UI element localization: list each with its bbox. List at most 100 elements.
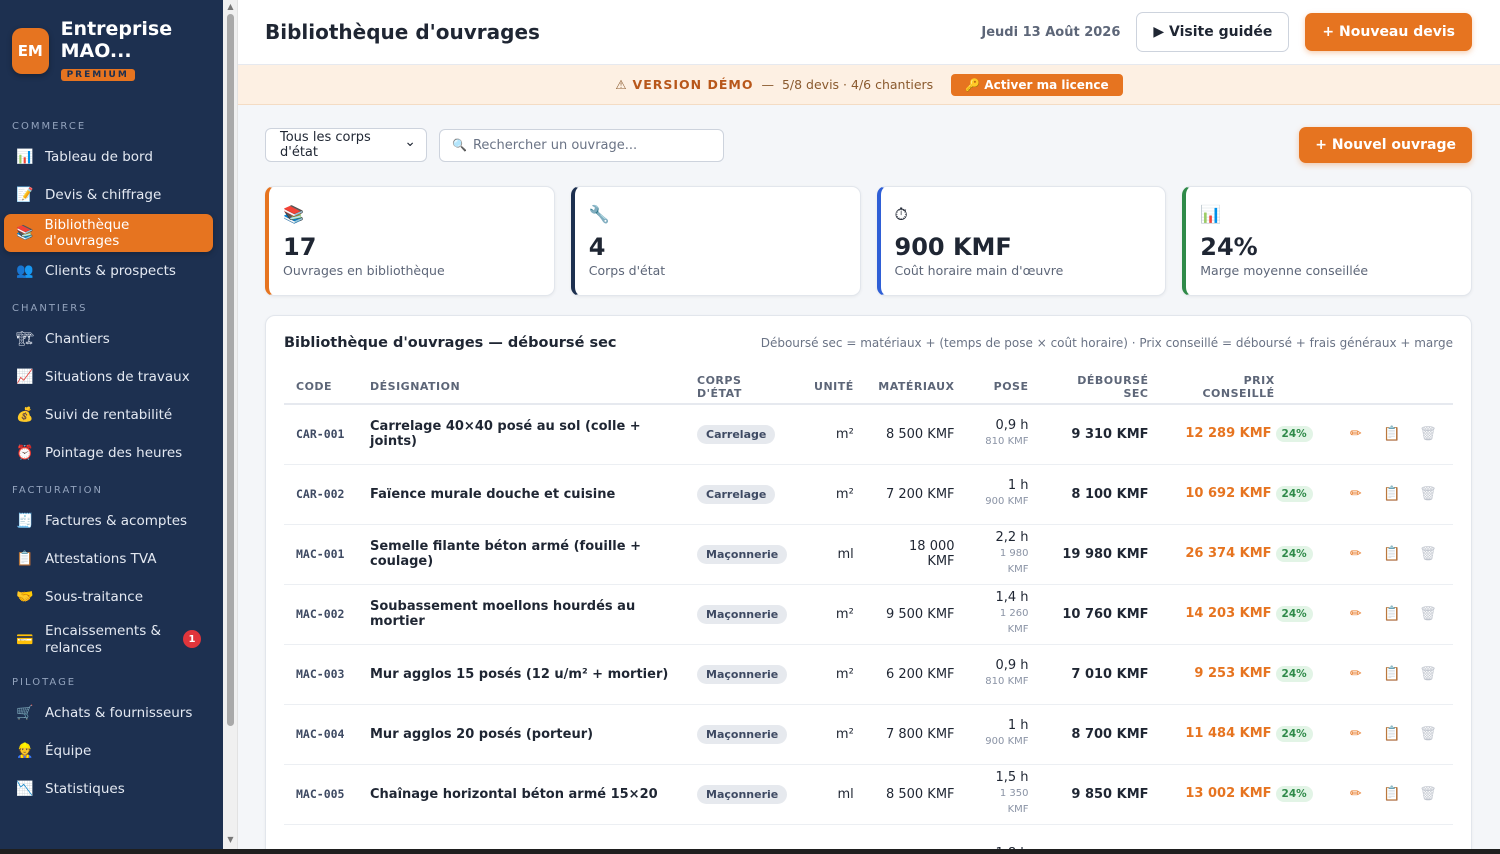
advised-price: 13 002 KMF	[1185, 786, 1272, 801]
guided-tour-button[interactable]: ▶ Visite guidée	[1136, 12, 1290, 52]
sidebar-item[interactable]: 📊 Tableau de bord	[4, 138, 213, 176]
row-trade-cell: Maçonnerie	[685, 704, 803, 765]
delete-trash-icon[interactable]: 🗑	[1415, 726, 1441, 742]
table-row[interactable]: MAC-001 Semelle filante béton armé (foui…	[284, 524, 1453, 585]
sidebar-item[interactable]: 👷 Équipe	[4, 732, 213, 770]
sidebar-item[interactable]: 📝 Devis & chiffrage	[4, 176, 213, 214]
delete-trash-icon[interactable]: 🗑	[1415, 606, 1441, 622]
sidebar-item[interactable]: 💳 Encaissements & relances 1	[4, 616, 213, 664]
delete-trash-icon[interactable]: 🗑	[1415, 546, 1441, 562]
edit-pencil-icon[interactable]: ✏	[1343, 786, 1369, 802]
sidebar-item[interactable]: 💰 Suivi de rentabilité	[4, 396, 213, 434]
scroll-down-arrow-icon[interactable]: ▼	[226, 835, 235, 844]
current-date: Jeudi 13 Août 2026	[981, 24, 1121, 40]
sidebar-item[interactable]: 📈 Situations de travaux	[4, 358, 213, 396]
duplicate-clipboard-icon[interactable]: 📋	[1379, 786, 1405, 802]
sidebar-item[interactable]: 🤝 Sous-traitance	[4, 578, 213, 616]
row-code: CAR-001	[284, 404, 358, 465]
edit-pencil-icon[interactable]: ✏	[1343, 666, 1369, 682]
duplicate-clipboard-icon[interactable]: 📋	[1379, 426, 1405, 442]
sidebar-item[interactable]: 🏗 Chantiers	[4, 320, 213, 358]
sidebar-item[interactable]: ⏰ Pointage des heures	[4, 434, 213, 472]
search-box[interactable]: 🔍	[439, 128, 724, 162]
row-code: MAC-002	[284, 584, 358, 645]
duplicate-clipboard-icon[interactable]: 📋	[1379, 606, 1405, 622]
nav-item-label: Sous-traitance	[45, 589, 144, 605]
scroll-up-arrow-icon[interactable]: ▲	[226, 2, 235, 11]
stat-card: 📚 17 Ouvrages en bibliothèque	[265, 186, 555, 296]
sidebar-item[interactable]: 📋 Attestations TVA	[4, 540, 213, 578]
duplicate-clipboard-icon[interactable]: 📋	[1379, 726, 1405, 742]
table-row[interactable]: CAR-002 Faïence murale douche et cuisine…	[284, 464, 1453, 525]
row-labor: 0,9 h 810 KMF	[966, 644, 1041, 705]
delete-trash-icon[interactable]: 🗑	[1415, 486, 1441, 502]
delete-trash-icon[interactable]: 🗑	[1415, 426, 1441, 442]
activate-license-button[interactable]: 🔑 Activer ma licence	[951, 73, 1123, 96]
nav-item-icon: 👷	[16, 743, 34, 759]
row-designation: Carrelage 40×40 posé au sol (colle + joi…	[358, 404, 685, 465]
table-row[interactable]: CAR-001 Carrelage 40×40 posé au sol (col…	[284, 404, 1453, 465]
row-materials: 18 000 KMF	[865, 524, 967, 585]
row-designation: Mur agglos 20 posés (porteur)	[358, 704, 685, 765]
table-row[interactable]: MAC-003 Mur agglos 15 posés (12 u/m² + m…	[284, 644, 1453, 705]
edit-pencil-icon[interactable]: ✏	[1343, 726, 1369, 742]
sidebar-nav: COMMERCE 📊 Tableau de bord 📝 Devis & chiffra…	[0, 116, 223, 808]
stat-card: 📊 24% Marge moyenne conseillée	[1182, 186, 1472, 296]
table-row[interactable]: MAC-002 Soubassement moellons hourdés au…	[284, 584, 1453, 645]
row-designation: Semelle filante béton armé (fouille + co…	[358, 524, 685, 585]
delete-trash-icon[interactable]: 🗑	[1415, 666, 1441, 682]
row-advised-price: 26 374 KMF 24%	[1160, 524, 1325, 585]
trade-tag: Maçonnerie	[697, 784, 788, 804]
trade-filter-value: Tous les corps d'état	[280, 130, 371, 160]
new-work-item-button[interactable]: + Nouvel ouvrage	[1299, 127, 1472, 163]
edit-pencil-icon[interactable]: ✏	[1343, 426, 1369, 442]
table-row[interactable]: MAC-004 Mur agglos 20 posés (porteur) Ma…	[284, 704, 1453, 765]
scroll-thumb[interactable]	[227, 14, 234, 726]
nav-item-icon: 🤝	[16, 589, 34, 605]
nav-item-icon: 💳	[16, 631, 34, 648]
row-unit: ml	[802, 764, 866, 825]
col-unit: UNITÉ	[802, 370, 866, 405]
demo-separator: —	[761, 77, 774, 92]
duplicate-clipboard-icon[interactable]: 📋	[1379, 546, 1405, 562]
search-input[interactable]	[472, 137, 703, 153]
col-actions	[1324, 370, 1453, 405]
sidebar-item[interactable]: 🛒 Achats & fournisseurs	[4, 694, 213, 732]
sidebar-item[interactable]: 👥 Clients & prospects	[4, 252, 213, 290]
trade-tag: Maçonnerie	[697, 724, 788, 744]
row-materials: 8 500 KMF	[865, 404, 967, 465]
delete-trash-icon[interactable]: 🗑	[1415, 786, 1441, 802]
table-row[interactable]: MAC-005 Chaînage horizontal béton armé 1…	[284, 764, 1453, 825]
sidebar-item[interactable]: 📉 Statistiques	[4, 770, 213, 808]
row-advised-price: 11 484 KMF 24%	[1160, 704, 1325, 765]
sidebar-scrollbar[interactable]: ▲ ▼	[223, 0, 238, 854]
stat-label: Corps d'état	[588, 263, 666, 278]
sidebar-item[interactable]: 🧾 Factures & acomptes	[4, 502, 213, 540]
row-materials: 7 200 KMF	[865, 464, 967, 525]
edit-pencil-icon[interactable]: ✏	[1343, 606, 1369, 622]
chevron-down-icon: ⌄	[404, 134, 416, 150]
trade-filter-select[interactable]: Tous les corps d'état ⌄	[265, 128, 427, 162]
edit-pencil-icon[interactable]: ✏	[1343, 486, 1369, 502]
trade-tag: Maçonnerie	[697, 604, 788, 624]
row-code: MAC-001	[284, 524, 358, 585]
edit-pencil-icon[interactable]: ✏	[1343, 546, 1369, 562]
nav-item-icon: 🧾	[16, 513, 34, 529]
labor-cost: 810 KMF	[985, 676, 1029, 687]
stat-label: Coût horaire main d'œuvre	[894, 263, 1064, 278]
duplicate-clipboard-icon[interactable]: 📋	[1379, 486, 1405, 502]
nav-item-icon: 📚	[16, 225, 34, 241]
row-labor: 0,9 h 810 KMF	[966, 404, 1041, 465]
nav-item-icon: 📈	[16, 369, 34, 385]
sidebar-item[interactable]: 📚 Bibliothèque d'ouvrages	[4, 214, 213, 252]
row-labor: 1,5 h 1 350 KMF	[966, 764, 1041, 825]
advised-price: 12 289 KMF	[1185, 426, 1272, 442]
margin-badge: 24%	[1275, 786, 1313, 802]
duplicate-clipboard-icon[interactable]: 📋	[1379, 666, 1405, 682]
nav-item-label: Équipe	[45, 743, 92, 759]
labor-cost: 1 350 KMF	[999, 788, 1029, 815]
new-quote-button[interactable]: + Nouveau devis	[1305, 13, 1472, 51]
row-unit: ml	[802, 524, 866, 585]
labor-hours: 1,4 h	[995, 590, 1029, 605]
stat-icon: ⏱	[894, 205, 908, 225]
